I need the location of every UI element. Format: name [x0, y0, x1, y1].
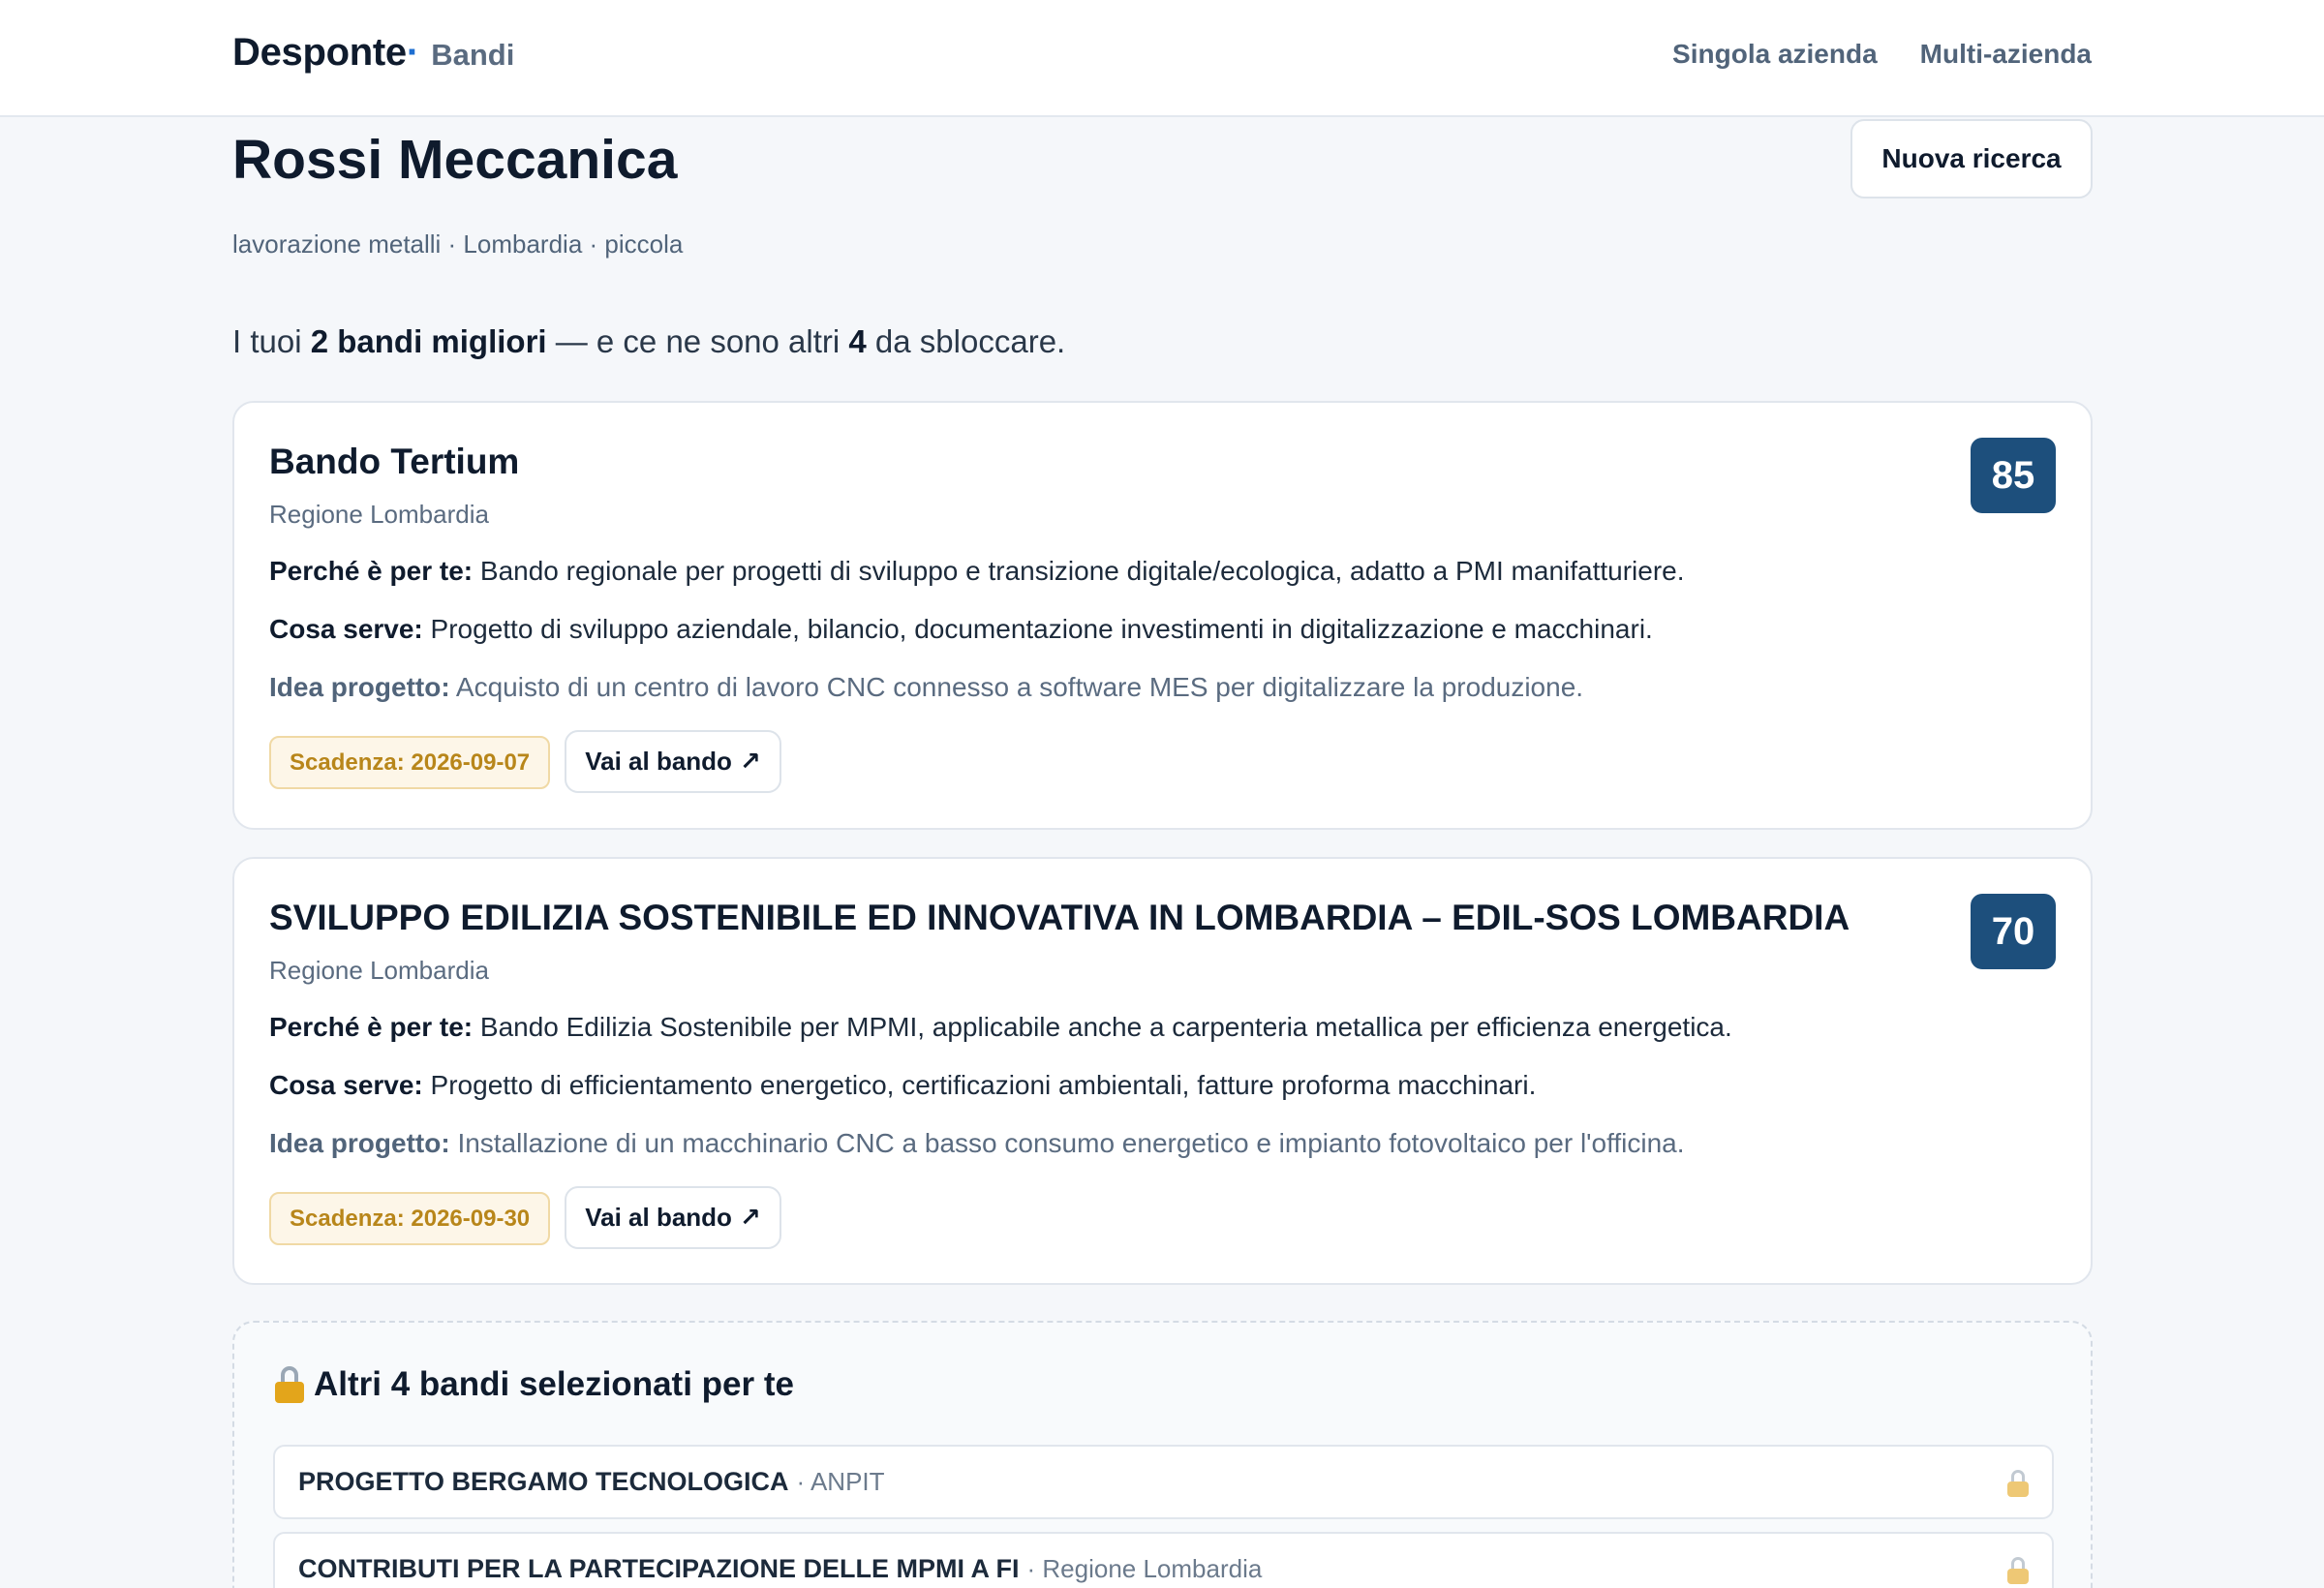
bando-why: Perché è per te: Bando regionale per pro… — [269, 556, 1685, 587]
needs-text: Progetto di efficientamento energetico, … — [430, 1070, 1537, 1100]
new-search-button[interactable]: Nuova ricerca — [1850, 119, 2093, 198]
why-label: Perché è per te: — [269, 556, 474, 586]
results-summary: I tuoi 2 bandi migliori — e ce ne sono a… — [232, 323, 1065, 360]
summary-suffix: da sbloccare. — [866, 323, 1066, 359]
brand-name: Desponte — [232, 31, 407, 74]
locked-bando-name: PROGETTO BERGAMO TECNOLOGICA — [298, 1467, 789, 1496]
why-text: Bando regionale per progetti di sviluppo… — [479, 556, 1685, 586]
goto-bando-button[interactable]: Vai al bando ↗ — [565, 730, 781, 793]
needs-label: Cosa serve: — [269, 1070, 423, 1100]
bando-card: SVILUPPO EDILIZIA SOSTENIBILE ED INNOVAT… — [232, 857, 2093, 1285]
locked-bando-source: · ANPIT — [796, 1467, 885, 1496]
why-label: Perché è per te: — [269, 1012, 474, 1042]
idea-label: Idea progetto: — [269, 1128, 450, 1158]
external-link-icon: ↗ — [739, 1203, 761, 1232]
locked-title-text: Altri 4 bandi selezionati per te — [314, 1365, 794, 1403]
bando-needs: Cosa serve: Progetto di sviluppo azienda… — [269, 614, 1653, 645]
goto-label: Vai al bando — [585, 1203, 732, 1232]
summary-middle: — e ce ne sono altri — [546, 323, 849, 359]
locked-bando-row[interactable]: CONTRIBUTI PER LA PARTECIPAZIONE DELLE M… — [273, 1532, 2054, 1588]
top-navbar: Desponte · Bandi Singola azienda Multi-a… — [0, 0, 2324, 117]
bando-source: Regione Lombardia — [269, 500, 489, 529]
deadline-badge: Scadenza: 2026-09-30 — [269, 1192, 551, 1245]
idea-text: Acquisto di un centro di lavoro CNC conn… — [455, 672, 1584, 702]
locked-bandi-section: Altri 4 bandi selezionati per te PROGETT… — [232, 1321, 2093, 1588]
lock-icon — [2007, 1557, 2029, 1584]
bando-card: Bando Tertium Regione Lombardia 85 Perch… — [232, 401, 2093, 830]
brand-dot: · — [406, 31, 420, 74]
summary-best: 2 bandi migliori — [310, 323, 547, 359]
needs-text: Progetto di sviluppo aziendale, bilancio… — [430, 614, 1653, 644]
external-link-icon: ↗ — [739, 747, 761, 776]
bando-title: Bando Tertium — [269, 442, 520, 481]
why-text: Bando Edilizia Sostenibile per MPMI, app… — [479, 1012, 1732, 1042]
lock-icon — [275, 1366, 304, 1403]
bando-needs: Cosa serve: Progetto di efficientamento … — [269, 1070, 1536, 1101]
summary-prefix: I tuoi — [232, 323, 311, 359]
bando-why: Perché è per te: Bando Edilizia Sostenib… — [269, 1012, 1732, 1043]
locked-bando-name: CONTRIBUTI PER LA PARTECIPAZIONE DELLE M… — [298, 1554, 1020, 1583]
page-title: Rossi Meccanica — [232, 129, 678, 191]
goto-label: Vai al bando — [585, 747, 732, 776]
nav-multi-azienda[interactable]: Multi-azienda — [1920, 39, 2092, 70]
bando-source: Regione Lombardia — [269, 956, 489, 985]
lock-icon — [2007, 1470, 2029, 1497]
locked-bando-source: · Regione Lombardia — [1026, 1554, 1263, 1583]
idea-label: Idea progetto: — [269, 672, 450, 702]
goto-bando-button[interactable]: Vai al bando ↗ — [565, 1186, 781, 1249]
locked-section-title: Altri 4 bandi selezionati per te — [275, 1365, 794, 1404]
brand-logo[interactable]: Desponte · Bandi — [232, 31, 514, 75]
summary-count: 4 — [848, 323, 867, 359]
bando-idea: Idea progetto: Installazione di un macch… — [269, 1128, 1685, 1159]
company-meta: lavorazione metalli · Lombardia · piccol… — [232, 229, 684, 259]
needs-label: Cosa serve: — [269, 614, 423, 644]
score-badge: 85 — [1971, 438, 2056, 513]
locked-bando-row[interactable]: PROGETTO BERGAMO TECNOLOGICA · ANPIT — [273, 1445, 2054, 1519]
bando-title: SVILUPPO EDILIZIA SOSTENIBILE ED INNOVAT… — [269, 898, 1850, 937]
nav-singola-azienda[interactable]: Singola azienda — [1672, 39, 1878, 70]
bando-idea: Idea progetto: Acquisto di un centro di … — [269, 672, 1583, 703]
main-nav: Singola azienda Multi-azienda — [1672, 39, 2092, 70]
idea-text: Installazione di un macchinario CNC a ba… — [457, 1128, 1685, 1158]
score-badge: 70 — [1971, 894, 2056, 969]
brand-section: Bandi — [431, 38, 515, 72]
deadline-badge: Scadenza: 2026-09-07 — [269, 736, 551, 789]
